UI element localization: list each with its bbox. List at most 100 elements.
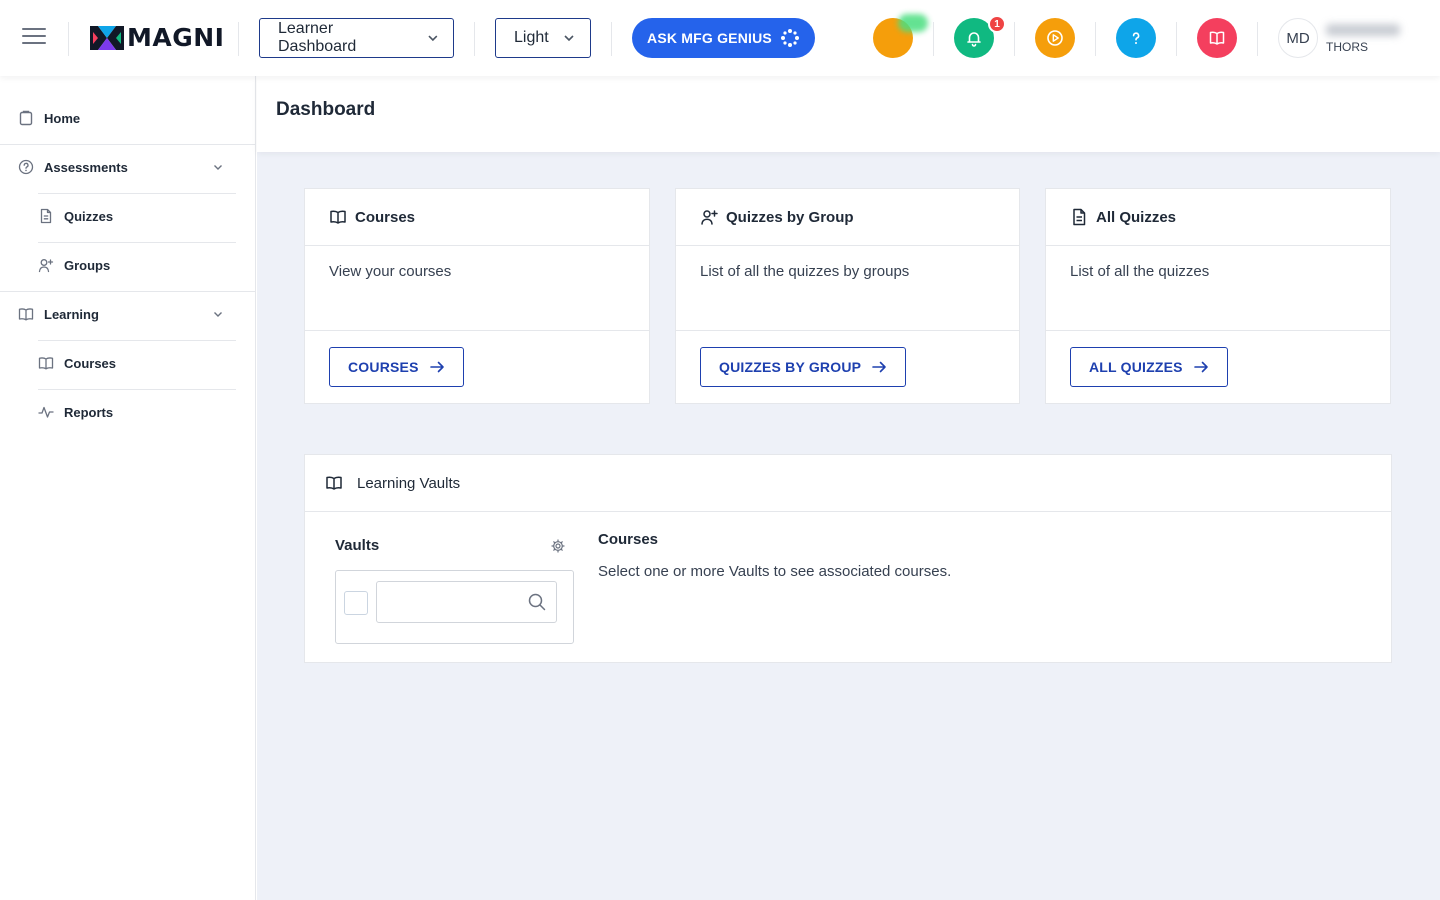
library-button[interactable]	[1197, 18, 1237, 58]
sidebar-label: Assessments	[44, 159, 128, 175]
open-book-icon	[18, 308, 34, 321]
main-content: Dashboard Courses View your courses COUR…	[257, 76, 1440, 900]
play-circle-icon	[1047, 30, 1063, 46]
courses-message: Select one or more Vaults to see associa…	[598, 563, 952, 580]
card-description: List of all the quizzes by groups	[676, 246, 1019, 331]
question-icon	[1132, 32, 1140, 44]
courses-button[interactable]: COURSES	[329, 347, 464, 387]
sidebar-item-reports[interactable]: Reports	[38, 404, 113, 420]
notification-badge: 1	[988, 15, 1006, 33]
organization-name: THORS	[1326, 40, 1368, 54]
open-book-icon	[1209, 31, 1225, 45]
arrow-right-icon	[1193, 361, 1208, 373]
card-title: All Quizzes	[1096, 208, 1177, 226]
divider	[68, 22, 69, 56]
sidebar: Home Assessments Quizzes Groups Learning…	[0, 76, 256, 900]
divider	[933, 22, 934, 56]
button-label: QUIZZES BY GROUP	[719, 359, 862, 375]
play-button[interactable]	[1035, 18, 1075, 58]
courses-heading: Courses	[598, 531, 659, 548]
sidebar-item-learning[interactable]: Learning	[18, 306, 256, 322]
divider	[238, 22, 239, 56]
theme-select[interactable]: Light	[495, 18, 591, 58]
user-name-redacted	[1326, 24, 1400, 36]
sidebar-label: Learning	[44, 306, 99, 322]
divider	[38, 193, 236, 194]
divider	[0, 144, 256, 145]
quizzes-by-group-button[interactable]: QUIZZES BY GROUP	[700, 347, 907, 387]
divider	[1176, 22, 1177, 56]
learning-vaults-panel: Learning Vaults Vaults Courses Select on…	[304, 454, 1392, 663]
chevron-down-icon	[214, 312, 222, 317]
vault-filter-box	[335, 570, 574, 644]
card-header: All Quizzes	[1046, 189, 1390, 246]
vault-title: Learning Vaults	[357, 474, 461, 492]
divider	[1014, 22, 1015, 56]
arrow-right-icon	[429, 361, 444, 373]
status-indicator[interactable]	[873, 14, 928, 58]
card-footer: ALL QUIZZES	[1046, 331, 1390, 403]
sidebar-label: Reports	[64, 404, 114, 420]
divider	[611, 22, 612, 56]
notifications-button[interactable]: 1	[954, 15, 1006, 58]
top-bar: MAGNI Learner Dashboard Light ASK MFG GE…	[0, 0, 1440, 76]
document-icon	[1073, 208, 1086, 226]
user-plus-icon	[701, 210, 718, 225]
open-book-icon	[326, 476, 342, 490]
search-icon	[528, 593, 546, 611]
card-footer: COURSES	[305, 331, 649, 403]
magni-logo-icon	[90, 26, 124, 50]
button-label: ALL QUIZZES	[1089, 359, 1183, 375]
sparkle-icon	[780, 29, 799, 47]
user-plus-icon	[38, 259, 54, 273]
sidebar-label: Groups	[64, 257, 111, 273]
sidebar-label: Home	[44, 110, 81, 126]
status-glow	[898, 14, 928, 32]
user-avatar[interactable]: MD	[1278, 18, 1318, 58]
open-book-icon	[38, 357, 54, 370]
genius-label: ASK MFG GENIUS	[647, 30, 772, 46]
help-button[interactable]	[1116, 18, 1156, 58]
card-header: Quizzes by Group	[676, 189, 1019, 246]
ask-mfg-genius-button[interactable]: ASK MFG GENIUS	[632, 18, 815, 58]
divider	[1095, 22, 1096, 56]
divider	[38, 389, 236, 390]
sidebar-item-home[interactable]: Home	[18, 110, 80, 126]
divider	[0, 291, 256, 292]
vault-search-input[interactable]	[385, 590, 525, 614]
bell-icon	[967, 32, 981, 47]
chevron-down-icon	[564, 35, 574, 42]
clipboard-icon	[19, 110, 33, 126]
sidebar-item-groups[interactable]: Groups	[38, 257, 110, 273]
all-quizzes-button[interactable]: ALL QUIZZES	[1070, 347, 1228, 387]
vault-header: Learning Vaults	[305, 455, 1391, 512]
divider	[474, 22, 475, 56]
sidebar-label: Courses	[64, 355, 117, 371]
chevron-down-icon	[428, 35, 438, 42]
vault-search-field[interactable]	[376, 581, 557, 623]
brand-logo[interactable]: MAGNI	[90, 24, 224, 52]
card-header: Courses	[305, 189, 649, 246]
dashboard-select[interactable]: Learner Dashboard	[259, 18, 454, 58]
sidebar-item-courses[interactable]: Courses	[38, 355, 116, 371]
document-icon	[40, 208, 52, 224]
card-title: Quizzes by Group	[726, 208, 854, 226]
card-description: View your courses	[305, 246, 649, 331]
gear-icon[interactable]	[551, 539, 565, 553]
card-footer: QUIZZES BY GROUP	[676, 331, 1019, 403]
page-header: Dashboard	[257, 76, 1440, 152]
menu-toggle-icon[interactable]	[22, 28, 46, 48]
select-all-checkbox[interactable]	[344, 591, 368, 615]
sidebar-item-quizzes[interactable]: Quizzes	[38, 208, 113, 224]
dashboard-select-value: Learner Dashboard	[278, 20, 357, 55]
card-title: Courses	[355, 208, 416, 226]
activity-icon	[38, 406, 54, 418]
courses-card: Courses View your courses COURSES	[304, 188, 650, 404]
sidebar-item-assessments[interactable]: Assessments	[18, 159, 256, 175]
vaults-label: Vaults	[335, 537, 380, 554]
divider	[38, 340, 236, 341]
theme-select-value: Light	[514, 29, 549, 46]
card-description: List of all the quizzes	[1046, 246, 1390, 331]
chevron-down-icon	[214, 165, 222, 170]
arrow-right-icon	[872, 361, 886, 373]
